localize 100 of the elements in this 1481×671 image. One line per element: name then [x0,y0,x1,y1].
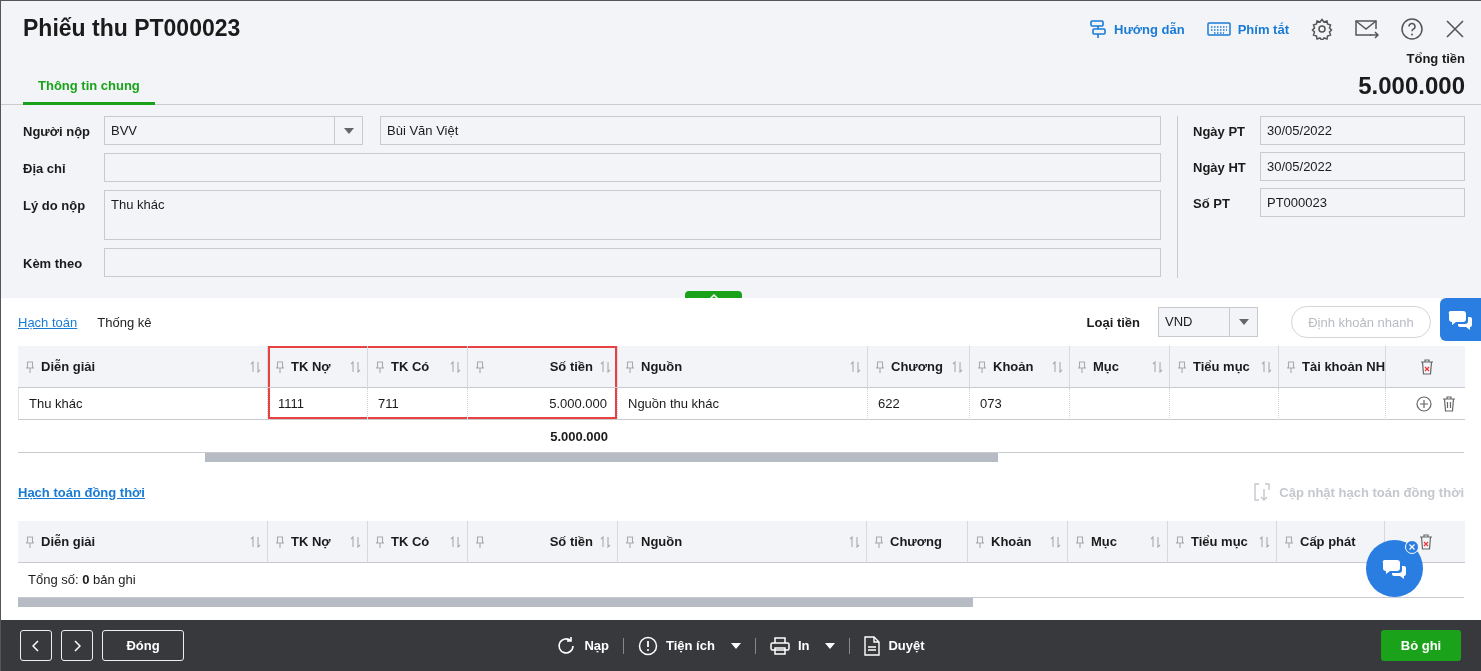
footer-action[interactable]: Duyệt [850,635,939,656]
close-button[interactable]: Đóng [102,630,184,661]
column-title: Tiểu mục [1193,359,1251,374]
scrollbar-thumb[interactable] [18,598,973,607]
pin-icon[interactable] [476,360,484,373]
sort-icon[interactable] [600,535,611,548]
close-icon[interactable] [1445,19,1465,39]
sort-icon[interactable] [450,535,461,548]
pin-icon[interactable] [276,535,284,548]
help-icon[interactable] [1401,18,1423,40]
chevron-right-icon[interactable] [73,639,81,652]
pin-icon[interactable] [1285,535,1293,548]
table-cell: 5.000.000 [468,388,618,420]
footer-action[interactable]: Nạp [542,635,623,656]
document-icon[interactable] [864,635,881,656]
scrollbar-thumb[interactable] [205,453,998,462]
delete-all-icon[interactable] [1419,358,1434,375]
caret-icon[interactable] [1238,319,1249,325]
input-field[interactable] [104,248,1161,277]
footer-action[interactable]: In [755,636,850,655]
input-field[interactable]: 30/05/2022 [1260,116,1465,145]
previous-button[interactable] [20,630,52,661]
pin-icon[interactable] [376,535,384,548]
chevron-up-icon[interactable] [708,293,719,300]
section-link[interactable]: Hạch toán đồng thời [18,484,145,500]
sort-icon[interactable] [1052,360,1063,373]
field-label: Người nộp [23,123,92,141]
column-title: TK Nợ [291,359,332,374]
info-icon[interactable] [638,635,658,656]
sort-icon[interactable] [250,360,261,373]
signpost-icon[interactable] [1089,19,1108,39]
pin-icon[interactable] [1178,360,1186,373]
table-cell: 711 [368,388,468,420]
total-label: Tổng tiền [1406,51,1465,66]
mail-forward-icon[interactable] [1355,19,1379,39]
dropdown-field[interactable]: VND [1158,307,1258,337]
pin-icon[interactable] [376,360,384,373]
sort-icon[interactable] [849,535,860,548]
guide-link[interactable]: Hướng dẫn [1089,19,1185,39]
tab[interactable]: Thống kê [97,314,152,330]
total-amount: 5.000.000 [1358,72,1465,100]
sort-icon[interactable] [952,360,963,373]
reload-icon[interactable] [556,635,577,656]
pin-icon[interactable] [978,360,986,373]
next-button[interactable] [61,630,93,661]
pin-icon[interactable] [626,535,634,548]
pin-icon[interactable] [476,535,484,548]
column-title: Cấp phát [1300,534,1357,549]
record-count: Tổng số: 0 bản ghi [27,571,137,589]
field-label: Loại tiền [1086,314,1140,330]
printer-icon[interactable] [769,636,790,655]
pin-icon[interactable] [276,360,284,373]
sort-icon[interactable] [350,360,361,373]
input-field[interactable] [104,153,1161,182]
field-label: Số PT [1193,195,1231,213]
add-row-icon[interactable] [1415,395,1432,412]
sort-icon[interactable] [350,535,361,548]
column-title: TK Có [391,359,431,374]
pin-icon[interactable] [26,360,34,373]
sort-icon[interactable] [1152,360,1163,373]
chat-tab[interactable] [1440,298,1481,341]
pin-icon[interactable] [876,360,884,373]
pin-icon[interactable] [875,535,883,548]
column-title: TK Có [391,534,431,549]
pin-icon[interactable] [976,535,984,548]
chat-icon[interactable] [1382,557,1407,580]
pin-icon[interactable] [1176,535,1184,548]
pin-icon[interactable] [626,360,634,373]
sort-icon[interactable] [1150,535,1161,548]
pin-icon[interactable] [1287,360,1295,373]
keyboard-icon[interactable] [1206,21,1231,37]
input-field[interactable]: Bùi Văn Việt [380,116,1161,145]
sort-icon[interactable] [850,360,861,373]
sort-icon[interactable] [450,360,461,373]
delete-icon[interactable] [1441,395,1456,412]
sort-icon[interactable] [600,360,611,373]
dropdown-field[interactable]: BVV [104,116,363,145]
caret-icon[interactable] [730,642,741,649]
caret-icon[interactable] [343,127,354,134]
sort-icon[interactable] [250,535,261,548]
input-field[interactable]: PT000023 [1260,188,1465,217]
column-title: TK Nợ [291,534,332,549]
caret-icon[interactable] [825,642,836,649]
sort-icon[interactable] [1259,535,1270,548]
chat-icon[interactable] [1448,308,1473,331]
table-cell: 1111 [268,388,368,420]
pin-icon[interactable] [1078,360,1086,373]
delete-all-icon[interactable] [1419,533,1433,550]
text-area[interactable]: Thu khác [104,190,1161,240]
settings-icon[interactable] [1311,18,1333,40]
pin-icon[interactable] [26,535,34,548]
shortcuts-link[interactable]: Phím tắt [1206,21,1289,37]
sort-icon[interactable] [1261,360,1272,373]
sort-icon[interactable] [1050,535,1061,548]
pin-icon[interactable] [1076,535,1084,548]
field-label: Địa chỉ [23,160,67,178]
tab[interactable]: Hạch toán [18,314,78,330]
input-field[interactable]: 30/05/2022 [1260,152,1465,181]
footer-action[interactable]: Tiện ích [624,635,755,656]
chevron-left-icon[interactable] [32,639,40,652]
